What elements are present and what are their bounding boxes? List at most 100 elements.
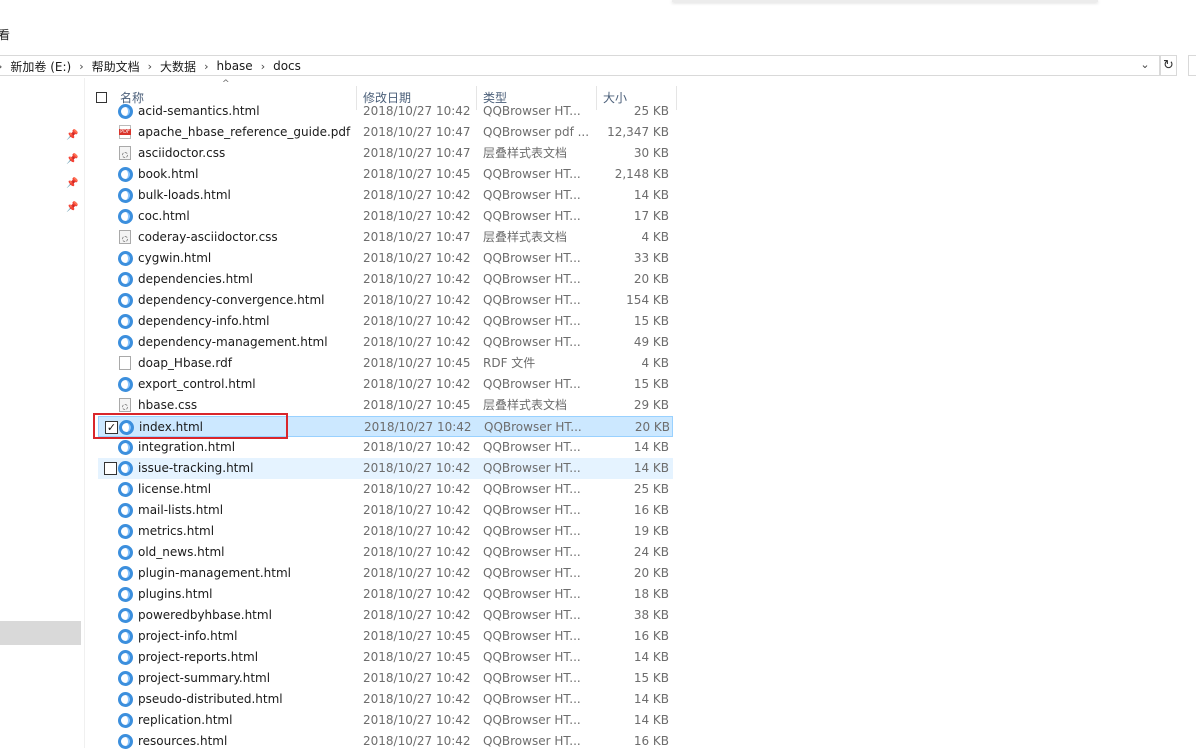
browser-file-icon	[118, 335, 133, 350]
file-type: QQBrowser HT...	[483, 671, 581, 685]
address-bar[interactable]: › 新加卷 (E:) › 帮助文档 › 大数据 › hbase › docs ⌄	[0, 55, 1160, 76]
file-name: book.html	[138, 167, 199, 181]
pane-divider[interactable]	[84, 78, 85, 748]
file-size: 15 KB	[633, 671, 669, 685]
file-row[interactable]: plugin-management.html 2018/10/27 10:42 QQ…	[98, 563, 673, 584]
file-row[interactable]: apache_hbase_reference_guide.pdf 2018/10/…	[98, 122, 673, 143]
ribbon-tab-fragment[interactable]: 看	[0, 26, 10, 43]
file-name: coderay-asciidoctor.css	[138, 230, 278, 244]
file-name: metrics.html	[138, 524, 215, 538]
pin-icon[interactable]: 📌	[66, 178, 78, 190]
browser-file-icon	[118, 650, 133, 665]
pin-icon[interactable]: 📌	[66, 202, 78, 214]
file-modified-date: 2018/10/27 10:42	[363, 209, 471, 223]
file-row[interactable]: old_news.html 2018/10/27 10:42 QQBrowser H…	[98, 542, 673, 563]
breadcrumb-chevron-icon[interactable]: ›	[148, 60, 152, 73]
file-row[interactable]: pseudo-distributed.html 2018/10/27 10:42 Q…	[98, 689, 673, 710]
file-type: QQBrowser HT...	[483, 713, 581, 727]
browser-file-icon	[118, 104, 133, 119]
file-row[interactable]: dependency-convergence.html 2018/10/27 10…	[98, 290, 673, 311]
chevron-down-icon[interactable]: ⌄	[1139, 58, 1151, 72]
breadcrumb-big-data[interactable]: 大数据	[160, 58, 196, 75]
browser-file-icon	[118, 272, 133, 287]
browser-file-icon	[118, 377, 133, 392]
browser-file-icon	[118, 461, 133, 476]
file-row[interactable]: poweredbyhbase.html 2018/10/27 10:42 QQBro…	[98, 605, 673, 626]
file-modified-date: 2018/10/27 10:42	[363, 608, 471, 622]
file-row[interactable]: acid-semantics.html 2018/10/27 10:42 QQBro…	[98, 101, 673, 122]
file-name: coc.html	[138, 209, 190, 223]
file-modified-date: 2018/10/27 10:42	[363, 734, 471, 748]
file-row[interactable]: dependency-info.html 2018/10/27 10:42 QQBr…	[98, 311, 673, 332]
breadcrumb-help-docs[interactable]: 帮助文档	[92, 58, 140, 75]
file-name: mail-lists.html	[138, 503, 224, 517]
pin-icon[interactable]: 📌	[66, 130, 78, 142]
browser-file-icon	[118, 566, 133, 581]
file-row[interactable]: coderay-asciidoctor.css 2018/10/27 10:47 层…	[98, 227, 673, 248]
file-row[interactable]: dependencies.html 2018/10/27 10:42 QQBrows…	[98, 269, 673, 290]
file-modified-date: 2018/10/27 10:47	[363, 125, 471, 139]
breadcrumb-chevron-icon[interactable]: ›	[79, 60, 83, 73]
file-type: QQBrowser HT...	[483, 272, 581, 286]
file-type: QQBrowser pdf ...	[483, 125, 590, 139]
file-modified-date: 2018/10/27 10:42	[363, 377, 471, 391]
file-size: 25 KB	[633, 104, 669, 118]
navigation-selected-item[interactable]	[0, 621, 81, 645]
file-name: apache_hbase_reference_guide.pdf	[138, 125, 351, 139]
file-type: QQBrowser HT...	[483, 167, 581, 181]
generic-file-icon	[119, 356, 131, 370]
file-row[interactable]: asciidoctor.css 2018/10/27 10:47 层叠样式表文档 30…	[98, 143, 673, 164]
file-row[interactable]: integration.html 2018/10/27 10:42 QQBrowse…	[98, 437, 673, 458]
file-row[interactable]: export_control.html 2018/10/27 10:42 QQBro…	[98, 374, 673, 395]
file-row[interactable]: replication.html 2018/10/27 10:42 QQBrowse…	[98, 710, 673, 731]
file-name: plugin-management.html	[138, 566, 291, 580]
file-name: issue-tracking.html	[138, 461, 254, 475]
breadcrumb-hbase[interactable]: hbase	[216, 59, 252, 73]
file-type: QQBrowser HT...	[483, 188, 581, 202]
file-row[interactable]: metrics.html 2018/10/27 10:42 QQBrowser HT…	[98, 521, 673, 542]
file-size: 18 KB	[633, 587, 669, 601]
file-row[interactable]: project-reports.html 2018/10/27 10:45 QQBr…	[98, 647, 673, 668]
search-box[interactable]	[1188, 55, 1196, 76]
file-row[interactable]: resources.html 2018/10/27 10:42 QQBrowser …	[98, 731, 673, 752]
file-row[interactable]: cygwin.html 2018/10/27 10:42 QQBrowser HT.…	[98, 248, 673, 269]
file-row[interactable]: issue-tracking.html 2018/10/27 10:42 QQBro…	[98, 458, 673, 479]
overlay-window-edge	[672, 0, 1098, 2]
file-modified-date: 2018/10/27 10:42	[363, 503, 471, 517]
column-divider[interactable]	[676, 86, 677, 110]
breadcrumb-chevron-icon[interactable]: ›	[204, 60, 208, 73]
row-checkbox[interactable]	[104, 462, 117, 475]
breadcrumb-docs[interactable]: docs	[273, 59, 301, 73]
file-type: 层叠样式表文档	[483, 230, 568, 244]
browser-file-icon	[118, 692, 133, 707]
file-row[interactable]: book.html 2018/10/27 10:45 QQBrowser HT...…	[98, 164, 673, 185]
breadcrumb-drive[interactable]: 新加卷 (E:)	[10, 58, 71, 75]
navigation-pane: 📌 📌 📌 📌	[0, 78, 84, 748]
file-size: 20 KB	[633, 272, 669, 286]
file-row[interactable]: plugins.html 2018/10/27 10:42 QQBrowser HT…	[98, 584, 673, 605]
file-name: dependencies.html	[138, 272, 253, 286]
browser-file-icon	[118, 209, 133, 224]
file-size: 29 KB	[633, 398, 669, 412]
refresh-icon[interactable]: ↻	[1160, 55, 1177, 76]
file-row[interactable]: license.html 2018/10/27 10:42 QQBrowser HT…	[98, 479, 673, 500]
file-row[interactable]: project-summary.html 2018/10/27 10:42 QQBr…	[98, 668, 673, 689]
file-type: QQBrowser HT...	[483, 293, 581, 307]
file-name: plugins.html	[138, 587, 213, 601]
file-modified-date: 2018/10/27 10:42	[363, 293, 471, 307]
file-type: QQBrowser HT...	[483, 629, 581, 643]
file-size: 154 KB	[626, 293, 669, 307]
breadcrumb-chevron-icon[interactable]: ›	[261, 60, 265, 73]
file-modified-date: 2018/10/27 10:47	[363, 146, 471, 160]
file-row[interactable]: doap_Hbase.rdf 2018/10/27 10:45 RDF 文件 4 KB	[98, 353, 673, 374]
file-row[interactable]: dependency-management.html 2018/10/27 10:…	[98, 332, 673, 353]
file-row[interactable]: bulk-loads.html 2018/10/27 10:42 QQBrowser…	[98, 185, 673, 206]
file-size: 49 KB	[633, 335, 669, 349]
file-name: cygwin.html	[138, 251, 212, 265]
breadcrumb-chevron-icon[interactable]: ›	[0, 60, 2, 73]
stylesheet-file-icon	[119, 146, 131, 160]
file-row[interactable]: mail-lists.html 2018/10/27 10:42 QQBrowser…	[98, 500, 673, 521]
file-row[interactable]: coc.html 2018/10/27 10:42 QQBrowser HT... 1…	[98, 206, 673, 227]
pin-icon[interactable]: 📌	[66, 154, 78, 166]
file-row[interactable]: project-info.html 2018/10/27 10:45 QQBrows…	[98, 626, 673, 647]
